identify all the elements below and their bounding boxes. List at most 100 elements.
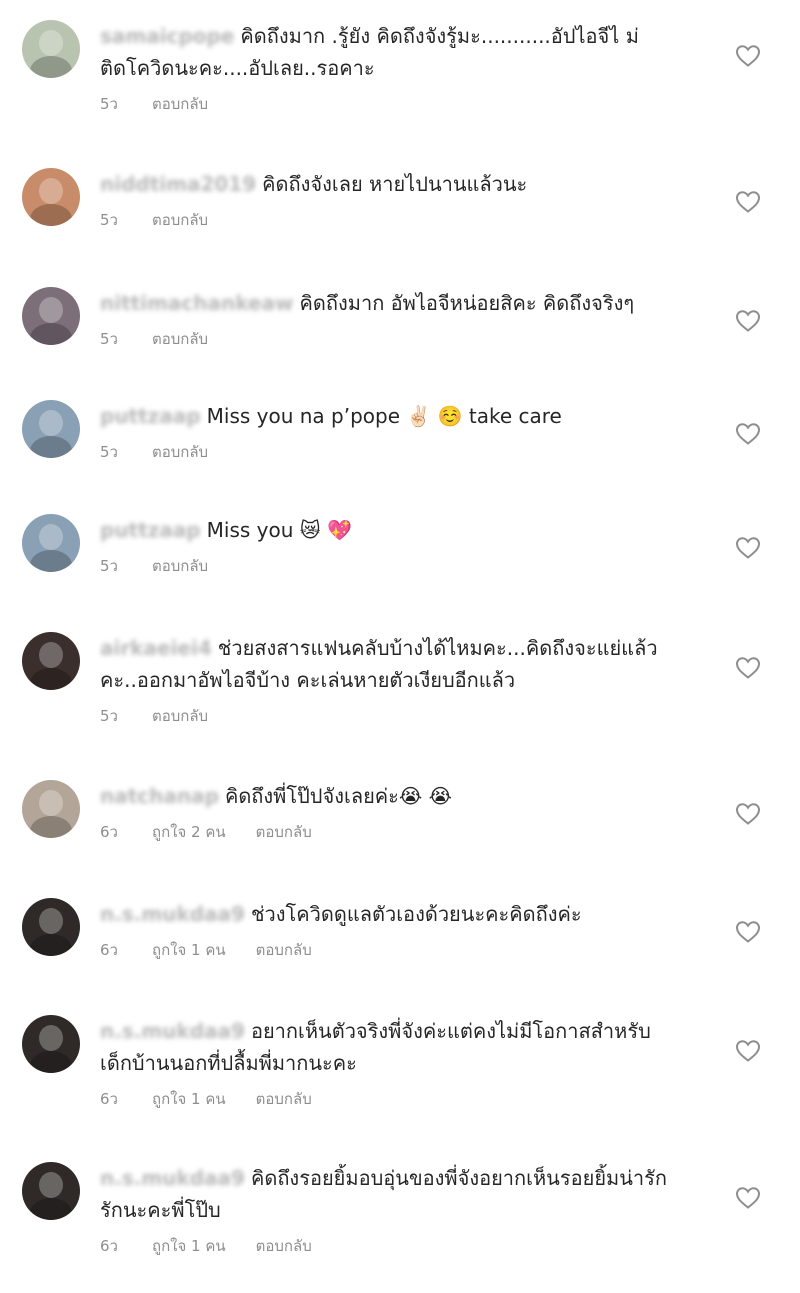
- avatar[interactable]: [22, 287, 80, 345]
- comment-line: ช่วยสงสารแฟนคลับบ้างได้ไหมคะ...คิดถึงจะแ…: [217, 636, 658, 660]
- comment-meta: 6ว ถูกใจ 1 คน ตอบกลับ: [100, 1236, 312, 1256]
- username[interactable]: airkaeiei4: [100, 632, 212, 664]
- comment-line: รักนะคะพี่โป๊บ: [100, 1198, 221, 1222]
- comment-time: 5ว: [100, 707, 118, 725]
- comment-meta: 5ว ตอบกลับ: [100, 210, 208, 230]
- comment-line: คิดถึงมาก .รู้ยัง คิดถึงจังรู้มะ........…: [240, 24, 639, 48]
- comment-time: 5ว: [100, 443, 118, 461]
- like-heart-icon[interactable]: [735, 422, 761, 446]
- username[interactable]: puttzaap: [100, 400, 201, 432]
- avatar[interactable]: [22, 1015, 80, 1073]
- comment-line: คะ..ออกมาอัพไอจีบ้าง คะเล่นหายตัวเงียบอี…: [100, 668, 516, 692]
- comment-time: 5ว: [100, 95, 118, 113]
- username[interactable]: n.s.mukdaa9: [100, 1162, 245, 1194]
- avatar-face-shape: [39, 908, 63, 934]
- comment-text: n.s.mukdaa9 ช่วงโควิดดูแลตัวเองด้วยนะคะคิ…: [100, 898, 720, 930]
- comment-meta: 5ว ตอบกลับ: [100, 442, 208, 462]
- like-heart-icon[interactable]: [735, 44, 761, 68]
- avatar[interactable]: [22, 632, 80, 690]
- avatar[interactable]: [22, 898, 80, 956]
- comment-time: 6ว: [100, 1237, 118, 1255]
- avatar[interactable]: [22, 20, 80, 78]
- comment-meta: 6ว ถูกใจ 1 คน ตอบกลับ: [100, 940, 312, 960]
- comment-text: niddtima2019 คิดถึงจังเลย หายไปนานแล้วนะ: [100, 168, 720, 200]
- like-count[interactable]: ถูกใจ 2 คน: [152, 822, 226, 842]
- comment-meta: 5ว ตอบกลับ: [100, 94, 208, 114]
- avatar-body-shape: [30, 1051, 72, 1073]
- avatar-body-shape: [30, 323, 72, 345]
- like-heart-icon[interactable]: [735, 920, 761, 944]
- comment-text: n.s.mukdaa9 อยากเห็นตัวจริงพี่จังค่ะแต่คง…: [100, 1015, 720, 1079]
- comment-text: nittimachankeaw คิดถึงมาก อัพไอจีหน่อยสิค…: [100, 287, 720, 319]
- reply-button[interactable]: ตอบกลับ: [152, 329, 208, 349]
- username[interactable]: niddtima2019: [100, 168, 256, 200]
- comment-time: 5ว: [100, 330, 118, 348]
- reply-button[interactable]: ตอบกลับ: [256, 822, 312, 842]
- reply-button[interactable]: ตอบกลับ: [152, 94, 208, 114]
- reply-button[interactable]: ตอบกลับ: [152, 556, 208, 576]
- reply-button[interactable]: ตอบกลับ: [152, 210, 208, 230]
- comment-text: n.s.mukdaa9 คิดถึงรอยยิ้มอบอุ่นของพี่จังอ…: [100, 1162, 720, 1226]
- comment-time: 5ว: [100, 211, 118, 229]
- comment-line: ติดโควิดนะคะ....อัปเลย..รอคาะ: [100, 56, 375, 80]
- avatar-body-shape: [30, 1198, 72, 1220]
- comment-text: samaicpope คิดถึงมาก .รู้ยัง คิดถึงจังรู้…: [100, 20, 720, 84]
- comment-time: 6ว: [100, 1090, 118, 1108]
- username[interactable]: n.s.mukdaa9: [100, 898, 245, 930]
- comment-text: puttzaap Miss you na p’pope ✌🏻 ☺️ take ca…: [100, 400, 720, 432]
- like-heart-icon[interactable]: [735, 536, 761, 560]
- avatar-body-shape: [30, 204, 72, 226]
- avatar-body-shape: [30, 550, 72, 572]
- comment-line: คิดถึงจังเลย หายไปนานแล้วนะ: [262, 172, 528, 196]
- avatar-body-shape: [30, 668, 72, 690]
- comment-text: natchanap คิดถึงพี่โป๊ปจังเลยค่ะ😭 😭: [100, 780, 720, 812]
- reply-button[interactable]: ตอบกลับ: [256, 940, 312, 960]
- avatar-face-shape: [39, 178, 63, 204]
- comment-meta: 5ว ตอบกลับ: [100, 706, 208, 726]
- avatar[interactable]: [22, 780, 80, 838]
- comment-line: คิดถึงพี่โป๊ปจังเลยค่ะ😭 😭: [224, 784, 453, 808]
- username[interactable]: puttzaap: [100, 514, 201, 546]
- avatar[interactable]: [22, 400, 80, 458]
- comment-line: Miss you na p’pope ✌🏻 ☺️ take care: [206, 404, 562, 428]
- comment-text: puttzaap Miss you 😿 💖: [100, 514, 720, 546]
- comment-line: อยากเห็นตัวจริงพี่จังค่ะแต่คงไม่มีโอกาสส…: [250, 1019, 651, 1043]
- avatar-face-shape: [39, 524, 63, 550]
- comment-meta: 5ว ตอบกลับ: [100, 329, 208, 349]
- like-count[interactable]: ถูกใจ 1 คน: [152, 940, 226, 960]
- username[interactable]: samaicpope: [100, 20, 234, 52]
- reply-button[interactable]: ตอบกลับ: [256, 1089, 312, 1109]
- comment-line: เด็กบ้านนอกที่ปลื้มพี่มากนะคะ: [100, 1051, 357, 1075]
- like-heart-icon[interactable]: [735, 656, 761, 680]
- avatar[interactable]: [22, 1162, 80, 1220]
- like-heart-icon[interactable]: [735, 1039, 761, 1063]
- comment-line: คิดถึงรอยยิ้มอบอุ่นของพี่จังอยากเห็นรอยย…: [250, 1166, 667, 1190]
- like-heart-icon[interactable]: [735, 802, 761, 826]
- comment-time: 6ว: [100, 941, 118, 959]
- avatar-face-shape: [39, 790, 63, 816]
- avatar-body-shape: [30, 816, 72, 838]
- avatar-face-shape: [39, 1172, 63, 1198]
- reply-button[interactable]: ตอบกลับ: [256, 1236, 312, 1256]
- comment-time: 5ว: [100, 557, 118, 575]
- avatar-face-shape: [39, 642, 63, 668]
- like-heart-icon[interactable]: [735, 309, 761, 333]
- reply-button[interactable]: ตอบกลับ: [152, 442, 208, 462]
- like-heart-icon[interactable]: [735, 1186, 761, 1210]
- avatar[interactable]: [22, 514, 80, 572]
- comment-meta: 6ว ถูกใจ 2 คน ตอบกลับ: [100, 822, 312, 842]
- comment-time: 6ว: [100, 823, 118, 841]
- username[interactable]: n.s.mukdaa9: [100, 1015, 245, 1047]
- avatar[interactable]: [22, 168, 80, 226]
- reply-button[interactable]: ตอบกลับ: [152, 706, 208, 726]
- comment-line: Miss you 😿 💖: [206, 518, 352, 542]
- comment-meta: 5ว ตอบกลับ: [100, 556, 208, 576]
- like-count[interactable]: ถูกใจ 1 คน: [152, 1236, 226, 1256]
- comment-line: คิดถึงมาก อัพไอจีหน่อยสิคะ คิดถึงจริงๆ: [299, 291, 635, 315]
- username[interactable]: nittimachankeaw: [100, 287, 294, 319]
- username[interactable]: natchanap: [100, 780, 219, 812]
- like-heart-icon[interactable]: [735, 190, 761, 214]
- like-count[interactable]: ถูกใจ 1 คน: [152, 1089, 226, 1109]
- avatar-body-shape: [30, 934, 72, 956]
- comment-text: airkaeiei4 ช่วยสงสารแฟนคลับบ้างได้ไหมคะ..…: [100, 632, 720, 696]
